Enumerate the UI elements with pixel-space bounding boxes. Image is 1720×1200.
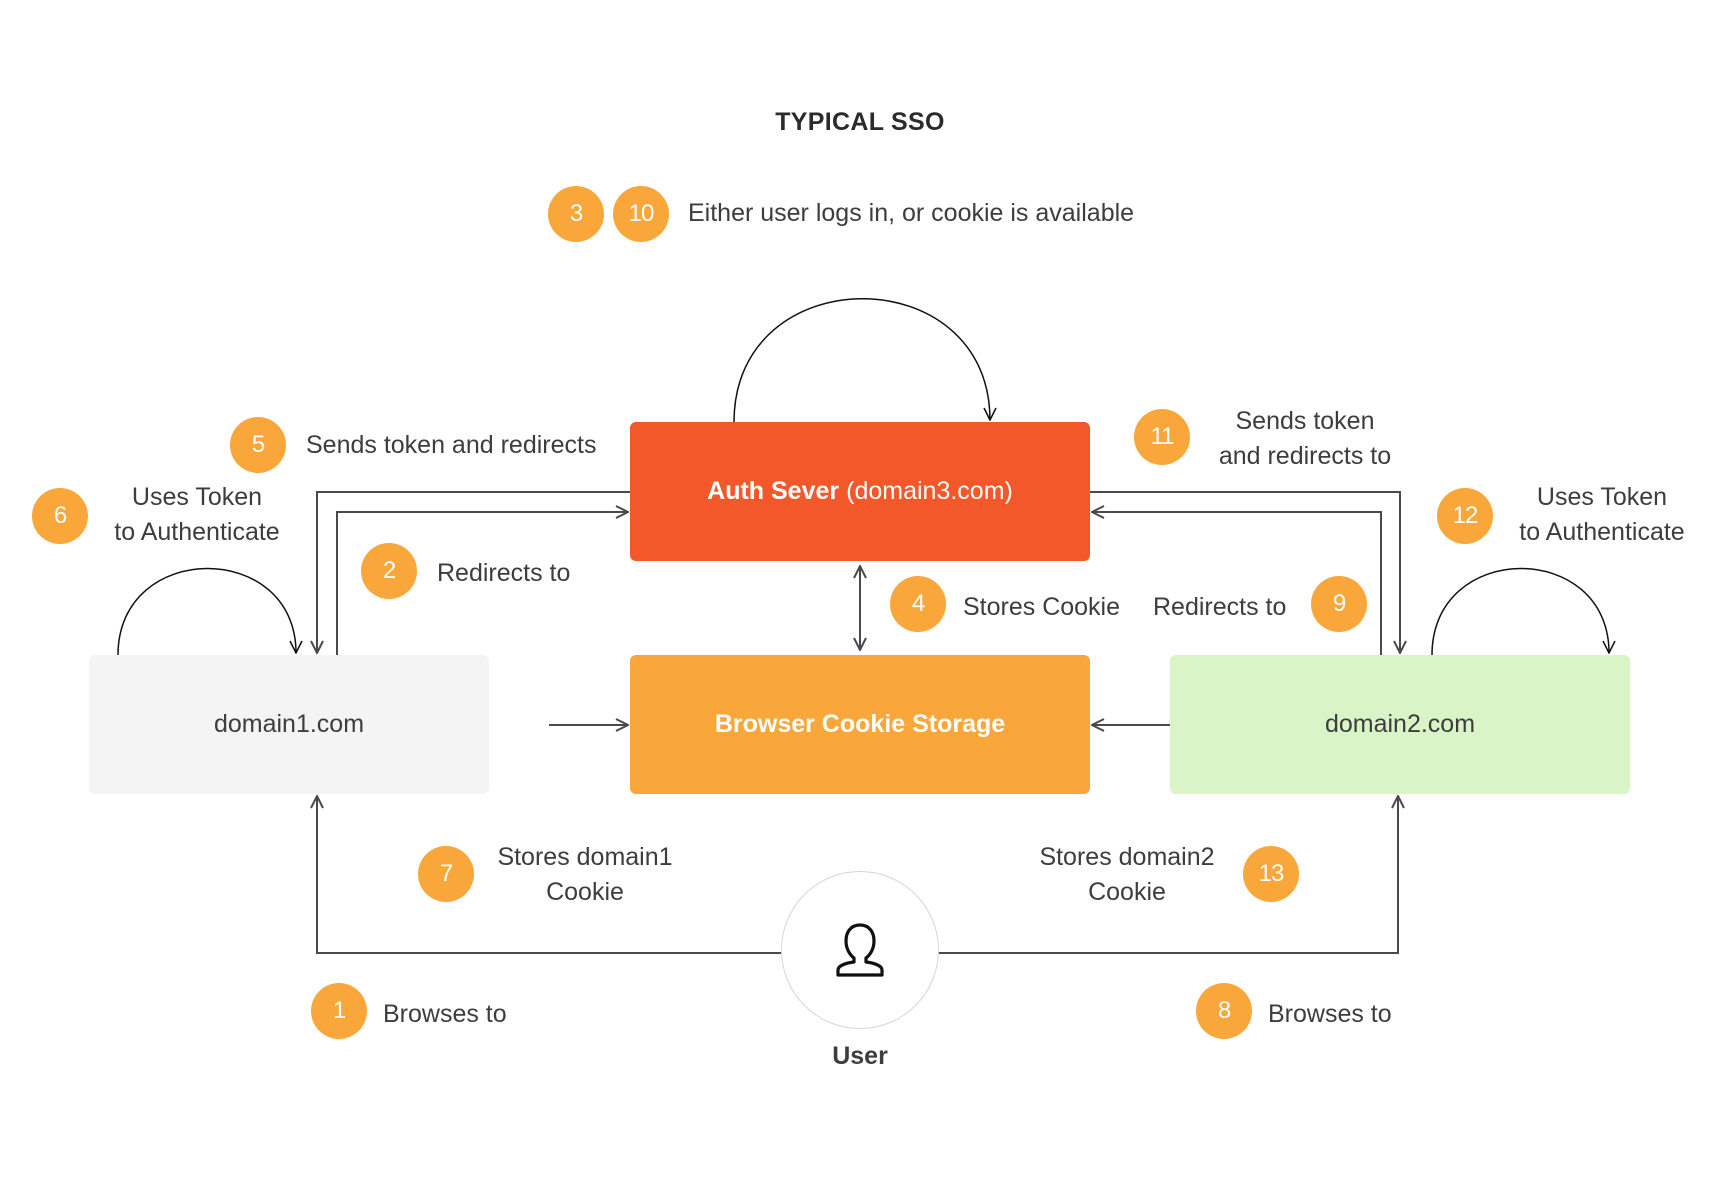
step-badge-10: 10 bbox=[613, 186, 669, 242]
diagram-title: TYPICAL SSO bbox=[775, 108, 945, 136]
step-12-line1: Uses Token bbox=[1536, 483, 1668, 511]
domain2-node: domain2.com bbox=[1170, 655, 1630, 794]
step-badge-1: 1 bbox=[311, 983, 367, 1039]
step-9-text: Redirects to bbox=[1153, 593, 1287, 621]
auth-server-name: Auth Sever bbox=[707, 477, 840, 505]
domain1-label: domain1.com bbox=[213, 710, 365, 738]
step-badge-9: 9 bbox=[1311, 576, 1367, 632]
user-label: User bbox=[832, 1042, 888, 1070]
step-badge-7: 7 bbox=[418, 846, 474, 902]
step-7-line2: Cookie bbox=[546, 878, 624, 906]
step-7-text: Stores domain1 Cookie bbox=[480, 840, 690, 910]
cookie-storage-label: Browser Cookie Storage bbox=[714, 710, 1006, 738]
step-11-line1: Sends token bbox=[1235, 407, 1375, 435]
step-13-line1: Stores domain2 bbox=[1039, 843, 1215, 871]
auth-server-domain: (domain3.com) bbox=[846, 477, 1013, 505]
step-6-text: Uses Token to Authenticate bbox=[97, 480, 297, 550]
auth-server-node: Auth Sever (domain3.com) bbox=[630, 422, 1090, 561]
step-2-text: Redirects to bbox=[437, 559, 571, 587]
user-icon bbox=[836, 923, 884, 977]
step-badge-6: 6 bbox=[32, 488, 88, 544]
step-12-line2: to Authenticate bbox=[1519, 518, 1685, 546]
step-badge-5: 5 bbox=[230, 417, 286, 473]
step-badge-11: 11 bbox=[1134, 409, 1190, 465]
step-6-line1: Uses Token bbox=[131, 483, 263, 511]
user-node bbox=[781, 871, 939, 1029]
step-13-line2: Cookie bbox=[1088, 878, 1166, 906]
cookie-storage-node: Browser Cookie Storage bbox=[630, 655, 1090, 794]
step-badge-13: 13 bbox=[1243, 846, 1299, 902]
domain1-self-loop-arrow bbox=[117, 567, 296, 656]
domain2-label: domain2.com bbox=[1324, 710, 1476, 738]
step-11-text: Sends token and redirects to bbox=[1200, 404, 1410, 474]
step-6-line2: to Authenticate bbox=[114, 518, 280, 546]
auth-self-loop-arrow bbox=[733, 298, 990, 423]
step-11-line2: and redirects to bbox=[1218, 442, 1392, 470]
step-5-text: Sends token and redirects bbox=[306, 431, 597, 459]
domain1-node: domain1.com bbox=[89, 655, 489, 794]
domain2-self-loop-arrow bbox=[1431, 567, 1609, 656]
step-badge-3: 3 bbox=[548, 186, 604, 242]
step-1-text: Browses to bbox=[383, 1000, 507, 1028]
step-4-text: Stores Cookie bbox=[963, 593, 1121, 621]
auth-to-domain2-arrow bbox=[1090, 491, 1400, 653]
step-7-line1: Stores domain1 bbox=[497, 843, 673, 871]
step-8-text: Browses to bbox=[1268, 1000, 1392, 1028]
step-10-text: Either user logs in, or cookie is availa… bbox=[688, 199, 1135, 227]
step-badge-2: 2 bbox=[361, 543, 417, 599]
step-badge-4: 4 bbox=[890, 576, 946, 632]
step-badge-8: 8 bbox=[1196, 983, 1252, 1039]
step-12-text: Uses Token to Authenticate bbox=[1497, 480, 1707, 550]
step-13-text: Stores domain2 Cookie bbox=[1022, 840, 1232, 910]
step-badge-12: 12 bbox=[1437, 488, 1493, 544]
